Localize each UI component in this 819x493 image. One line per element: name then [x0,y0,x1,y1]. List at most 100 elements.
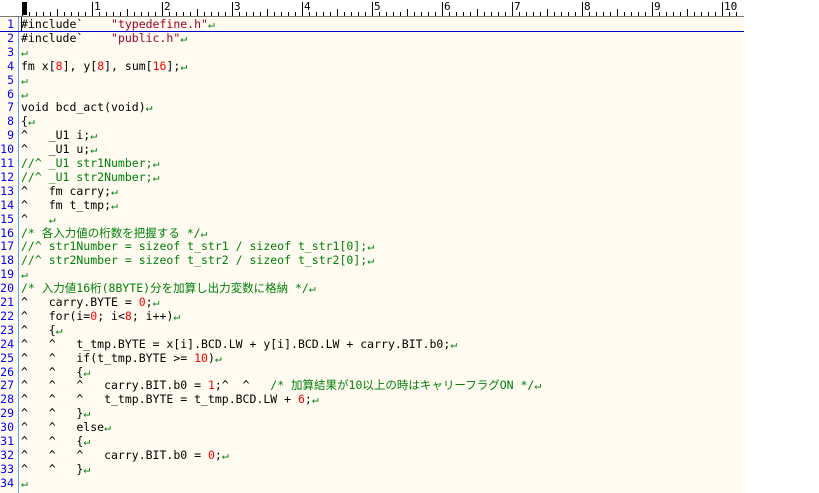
code-line[interactable]: 28 ^ ^ ^ t_tmp.BYTE = t_tmp.BCD.LW + 6;↵ [0,392,744,406]
code-line[interactable]: 7 void bcd_act(void)↵ [0,100,744,114]
code-line[interactable]: 34 ↵ [0,476,744,490]
line-number: 30 [0,420,14,435]
code-line[interactable]: 16 /* 各入力値の桁数を把握する */↵ [0,226,744,240]
code-text[interactable]: ^ fm t_tmp;↵ [21,198,118,212]
ruler-tick [127,9,128,16]
ruler-tick [204,12,205,16]
line-number: 7 [7,100,14,115]
ruler-tick [540,12,541,16]
code-line[interactable]: 30 ^ ^ else↵ [0,420,744,434]
code-line[interactable]: 31 ^ ^ {↵ [0,434,744,448]
code-text[interactable]: ^ ^ }↵ [21,406,90,420]
code-line[interactable]: 6 ↵ [0,87,744,101]
line-break-mark: ↵ [21,267,28,282]
ruler-tick [267,9,268,16]
code-line[interactable]: 22 ^ for(i=0; i<8; i++)↵ [0,309,744,323]
line-break-mark: ↵ [367,253,375,268]
code-line[interactable]: 12 //^ _U1 str2Number;↵ [0,170,744,184]
line-break-mark: ↵ [83,434,91,448]
code-line[interactable]: 4 fm x[8], y[8], sum[16];↵ [0,59,744,73]
code-text[interactable]: ^ ↵ [21,212,56,226]
code-line[interactable]: 13 ^ fm carry;↵ [0,184,744,198]
code-token: #include` [21,17,112,31]
code-line[interactable]: 5 ↵ [0,73,744,87]
code-text[interactable]: /* 各入力値の桁数を把握する */↵ [21,226,207,240]
ruler-label: 3 [234,0,241,13]
ruler-tick [470,12,471,16]
line-break-mark: ↵ [21,72,28,87]
code-line[interactable]: 20 /* 入力値16桁(8BYTE)分を加算し出力変数に格納 */↵ [0,281,744,295]
code-text[interactable]: ^ {↵ [21,323,63,337]
line-number: 16 [0,225,14,240]
code-text[interactable]: ^ ^ if(t_tmp.BYTE >= 10)↵ [21,351,222,365]
code-token: //^ _U1 str2Number; [21,169,153,184]
code-text[interactable]: //^ str1Number = sizeof t_str1 / sizeof … [21,239,374,253]
line-number: 34 [0,475,14,490]
code-token: /* 加算結果が10以上の時はキャリーフラグON */ [270,378,535,393]
ruler-tick [274,12,275,16]
line-break-mark: ↵ [55,322,63,337]
code-line[interactable]: 8 {↵ [0,114,744,128]
line-break-mark: ↵ [145,100,153,115]
code-line[interactable]: 26 ^ ^ {↵ [0,365,744,379]
code-text[interactable]: ^ ^ }↵ [21,462,90,476]
code-line[interactable]: 29 ^ ^ }↵ [0,406,744,420]
ruler-tick [288,12,289,16]
code-text[interactable]: ↵ [21,45,28,59]
code-text[interactable]: ^ ^ ^ t_tmp.BYTE = t_tmp.BCD.LW + 6;↵ [21,392,319,406]
line-break-mark: ↵ [90,142,98,157]
code-text[interactable]: void bcd_act(void)↵ [21,100,153,114]
code-text[interactable]: ↵ [21,87,28,101]
line-break-mark: ↵ [367,239,375,254]
code-line[interactable]: 18 //^ str2Number = sizeof t_str2 / sizeo… [0,253,744,267]
code-line[interactable]: 23 ^ {↵ [0,323,744,337]
line-break-mark: ↵ [180,58,188,73]
line-break-mark: ↵ [21,44,28,59]
code-text[interactable]: //^ _U1 str1Number;↵ [21,156,160,170]
code-text[interactable]: ^ fm carry;↵ [21,184,118,198]
code-text[interactable]: ^ ^ {↵ [21,434,90,448]
code-text[interactable]: ^ ^ {↵ [21,365,90,379]
code-line[interactable]: 10 ^ _U1 u;↵ [0,142,744,156]
ruler-tick [386,12,387,16]
code-text[interactable]: ^ ^ ^ carry.BIT.b0 = 1;^ ^ /* 加算結果が10以上の… [21,378,541,392]
code-text[interactable]: ^ ^ ^ carry.BIT.b0 = 0;↵ [21,448,229,462]
code-text[interactable]: {↵ [21,114,35,128]
code-line[interactable]: 27 ^ ^ ^ carry.BIT.b0 = 1;^ ^ /* 加算結果が10以… [0,378,744,392]
code-line[interactable]: 14 ^ fm t_tmp;↵ [0,198,744,212]
code-line[interactable]: 1 #include` "typedefine.h"↵ [0,17,744,32]
line-break-mark: ↵ [48,211,56,226]
code-text[interactable]: ^ _U1 u;↵ [21,142,97,156]
code-line[interactable]: 19 ↵ [0,267,744,281]
code-text[interactable]: #include` "typedefine.h"↵ [21,17,215,31]
code-text[interactable]: //^ str2Number = sizeof t_str2 / sizeof … [21,253,374,267]
ruler-tick [120,12,121,16]
code-text[interactable]: ↵ [21,73,28,87]
code-text[interactable]: ^ ^ t_tmp.BYTE = x[i].BCD.LW + y[i].BCD.… [21,337,457,351]
code-line[interactable]: 33 ^ ^ }↵ [0,462,744,476]
ruler-tick [92,2,93,16]
code-text[interactable]: fm x[8], y[8], sum[16];↵ [21,59,187,73]
code-line[interactable]: 3 ↵ [0,45,744,59]
code-text[interactable]: ↵ [21,267,28,281]
code-text[interactable]: #include` "public.h"↵ [21,31,187,45]
code-text[interactable]: //^ _U1 str2Number;↵ [21,170,160,184]
code-line[interactable]: 2 #include` "public.h"↵ [0,31,744,45]
code-text[interactable]: ^ carry.BYTE = 0;↵ [21,295,160,309]
code-line[interactable]: 24 ^ ^ t_tmp.BYTE = x[i].BCD.LW + y[i].BC… [0,337,744,351]
code-text[interactable]: /* 入力値16桁(8BYTE)分を加算し出力変数に格納 */↵ [21,281,316,295]
line-number: 11 [0,156,14,170]
code-line[interactable]: 32 ^ ^ ^ carry.BIT.b0 = 0;↵ [0,448,744,462]
code-line[interactable]: 9 ^ _U1 i;↵ [0,128,744,142]
code-text[interactable]: ↵ [21,476,28,490]
code-line[interactable]: 15 ^ ↵ [0,212,744,226]
code-text[interactable]: ^ _U1 i;↵ [21,128,97,142]
code-line[interactable]: 17 //^ str1Number = sizeof t_str1 / sizeo… [0,239,744,253]
code-line[interactable]: 21 ^ carry.BYTE = 0;↵ [0,295,744,309]
code-line[interactable]: 25 ^ ^ if(t_tmp.BYTE >= 10)↵ [0,351,744,365]
code-editor[interactable]: 1 2 3 4 5 6 7 8 9 10 1 #include` "typedefine.h"↵ 2 #… [0,0,744,493]
code-text[interactable]: ^ for(i=0; i<8; i++)↵ [21,309,180,323]
code-line[interactable]: 11 //^ _U1 str1Number;↵ [0,156,744,170]
line-number: 4 [7,58,14,73]
code-text[interactable]: ^ ^ else↵ [21,420,111,434]
